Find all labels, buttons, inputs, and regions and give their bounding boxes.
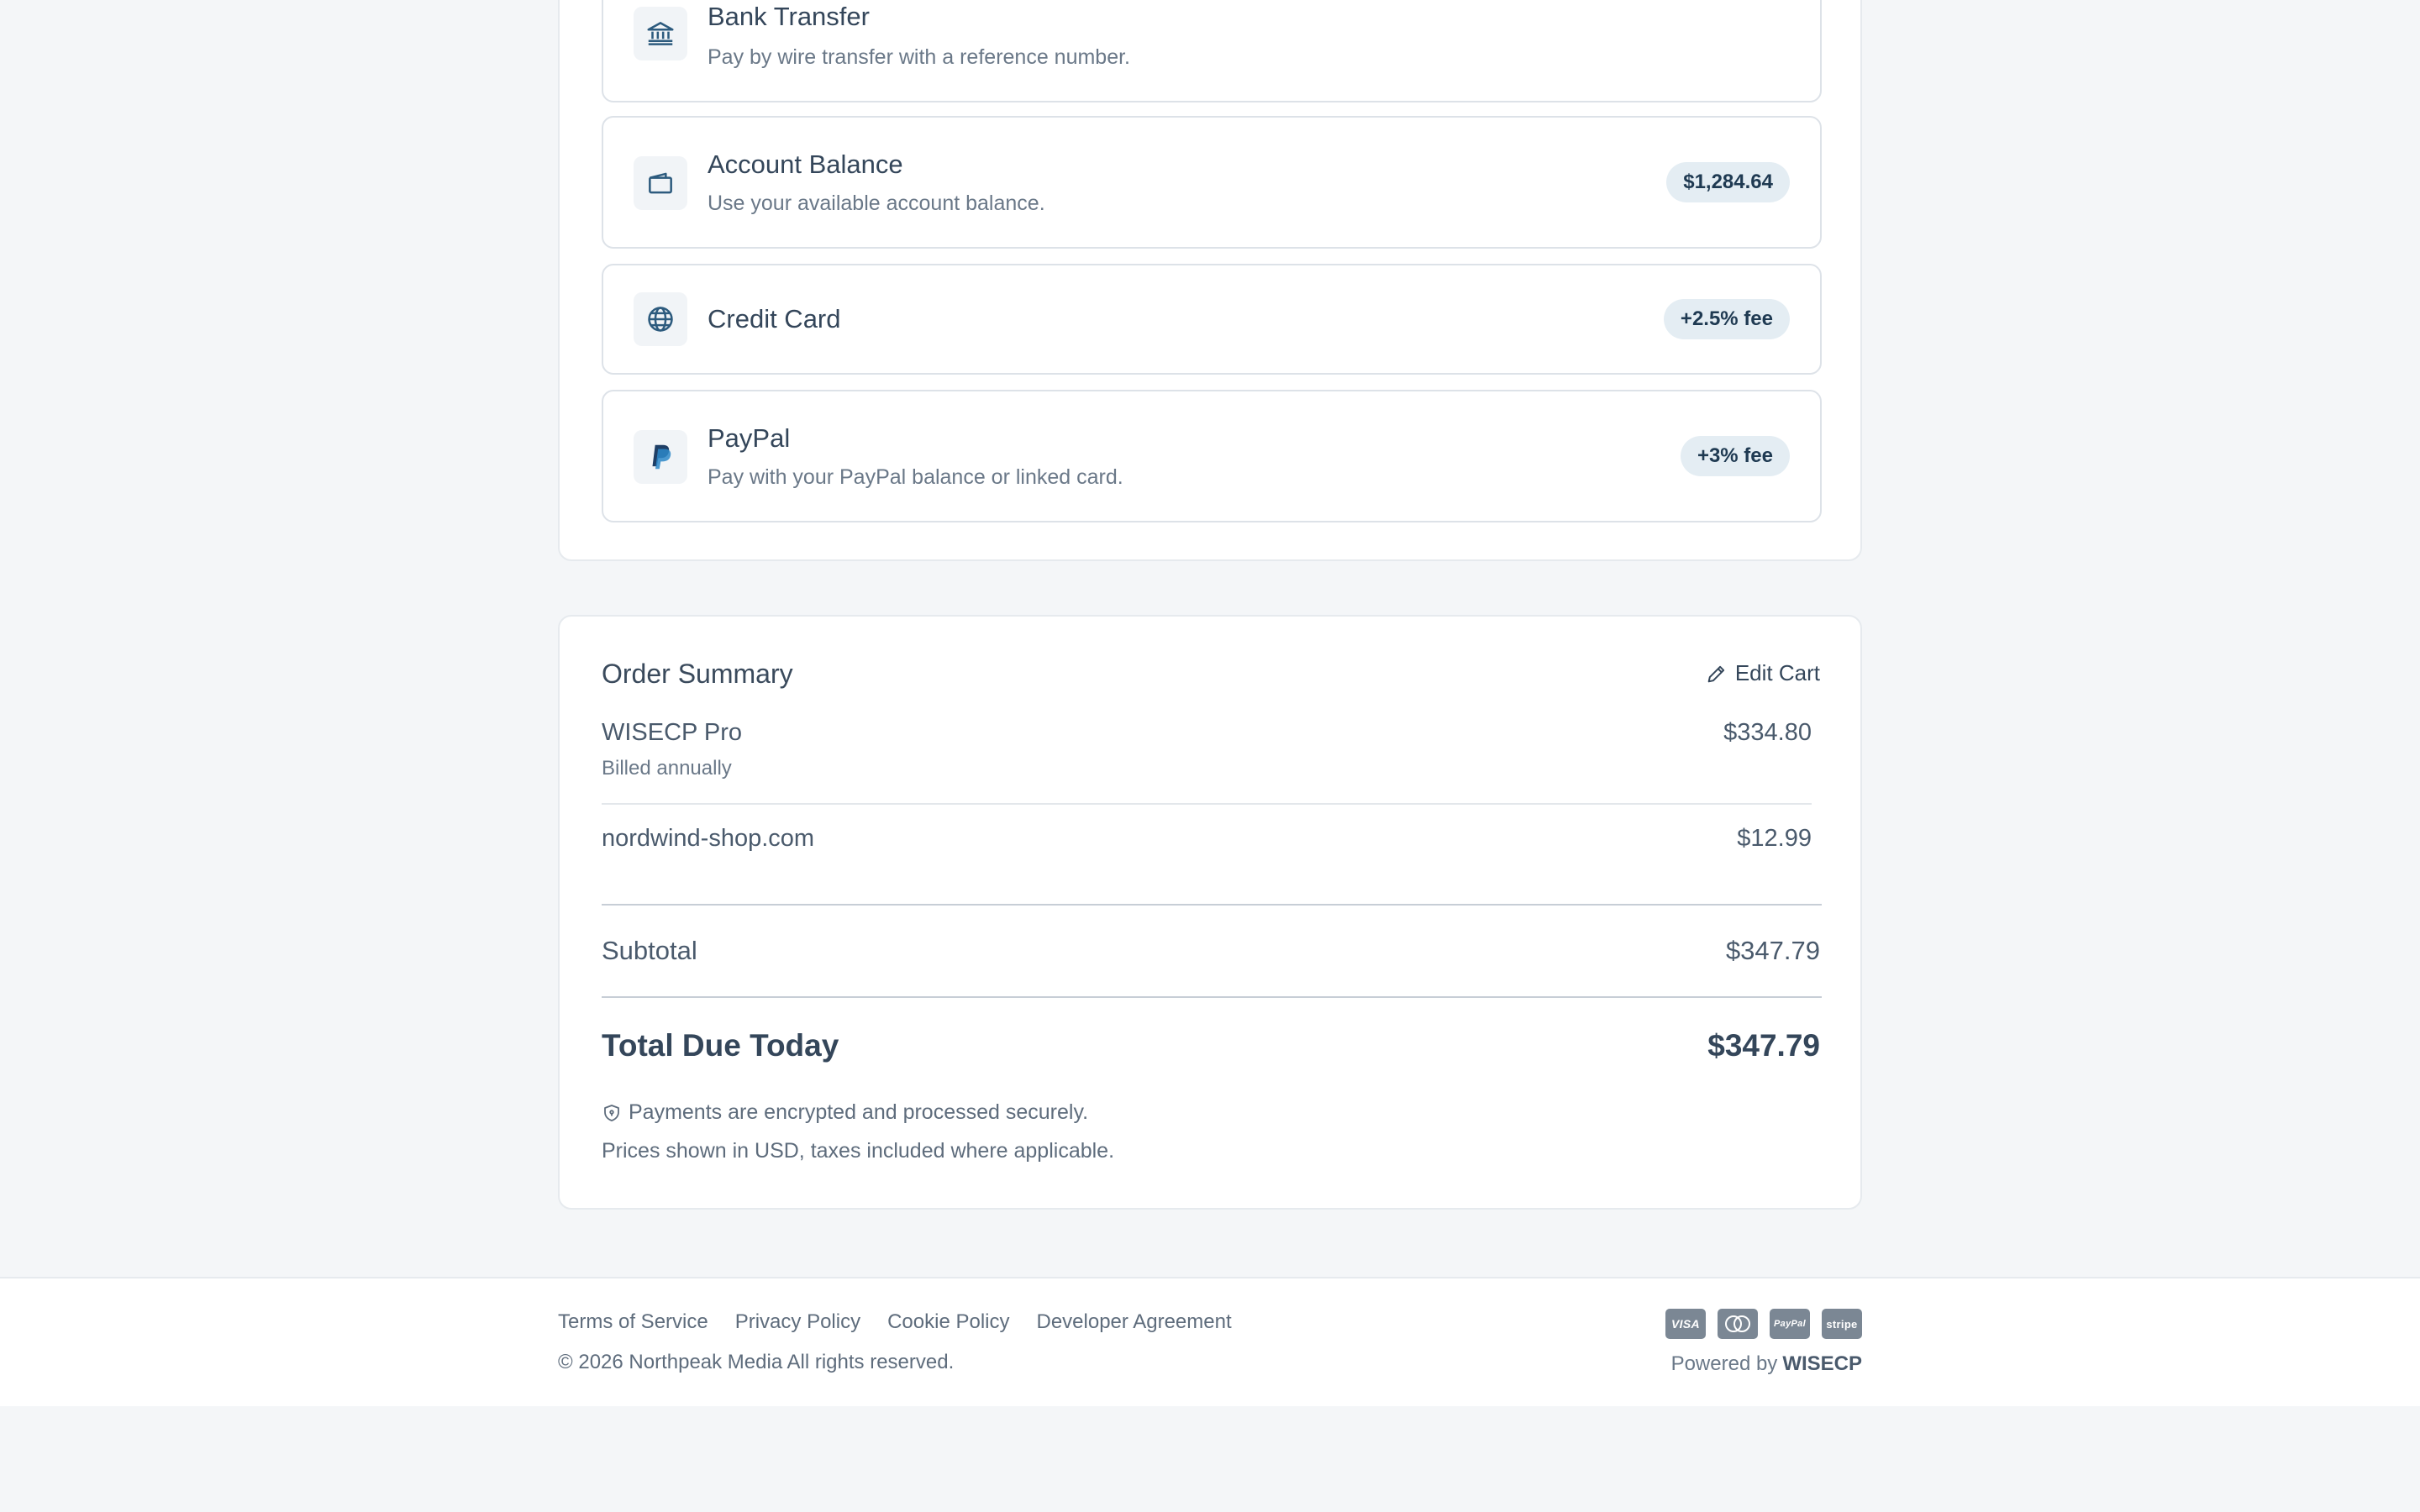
payment-option-credit-card[interactable]: Credit Card +2.5% fee — [602, 264, 1822, 375]
total-value: $347.79 — [1707, 1028, 1820, 1063]
line-item-billing: Billed annually — [602, 757, 732, 780]
order-summary-card: Order Summary Edit Cart WISECP Pro Bille… — [558, 615, 1862, 1210]
shield-icon — [604, 1104, 619, 1121]
powered-by-brand[interactable]: WISECP — [1782, 1352, 1862, 1375]
payment-option-bank-transfer[interactable]: Bank Transfer Pay by wire transfer with … — [602, 0, 1822, 102]
prices-note: Prices shown in USD, taxes included wher… — [602, 1139, 1115, 1163]
line-item-price: $334.80 — [1723, 719, 1812, 746]
payment-option-description: Pay by wire transfer with a reference nu… — [708, 45, 1131, 69]
payment-option-description: Pay with your PayPal balance or linked c… — [708, 465, 1123, 489]
copyright: © 2026 Northpeak Media All rights reserv… — [558, 1351, 955, 1373]
total-label: Total Due Today — [602, 1028, 839, 1063]
secure-note-text: Payments are encrypted and processed sec… — [629, 1100, 1089, 1124]
payment-option-paypal[interactable]: PayPal Pay with your PayPal balance or l… — [602, 390, 1822, 522]
fee-badge: +2.5% fee — [1663, 299, 1790, 339]
powered-by: Powered by WISECP — [1671, 1352, 1862, 1376]
payment-logos: VISA PayPal stripe — [1665, 1309, 1862, 1339]
footer-links: Terms of Service Privacy Policy Cookie P… — [558, 1310, 1232, 1334]
payment-option-title: PayPal — [708, 423, 791, 453]
checkout-page: Bank Transfer Pay by wire transfer with … — [0, 0, 2420, 1512]
paypal-icon — [634, 430, 687, 484]
subtotal-label: Subtotal — [602, 936, 697, 965]
divider — [602, 996, 1822, 998]
secure-note: Payments are encrypted and processed sec… — [602, 1100, 1088, 1125]
wallet-icon — [634, 156, 687, 210]
payment-methods-card: Bank Transfer Pay by wire transfer with … — [558, 0, 1862, 561]
payment-option-description: Use your available account balance. — [708, 192, 1045, 215]
stripe-logo: stripe — [1822, 1309, 1862, 1339]
powered-by-label: Powered by — [1670, 1352, 1778, 1375]
order-summary-title: Order Summary — [602, 659, 793, 689]
pencil-icon — [1707, 665, 1725, 682]
footer-link-privacy[interactable]: Privacy Policy — [735, 1310, 860, 1334]
edit-cart-label: Edit Cart — [1734, 660, 1820, 685]
footer-link-cookie[interactable]: Cookie Policy — [887, 1310, 1009, 1334]
edit-cart-button[interactable]: Edit Cart — [1705, 660, 1820, 686]
line-item-name: nordwind-shop.com — [602, 825, 815, 852]
divider — [602, 904, 1822, 906]
line-item-name: WISECP Pro — [602, 719, 743, 746]
paypal-logo: PayPal — [1770, 1309, 1810, 1339]
payment-option-title: Bank Transfer — [708, 2, 870, 31]
mastercard-logo — [1718, 1309, 1758, 1339]
visa-logo: VISA — [1665, 1309, 1706, 1339]
footer-link-developer[interactable]: Developer Agreement — [1037, 1310, 1232, 1334]
payment-option-account-balance[interactable]: Account Balance Use your available accou… — [602, 116, 1822, 249]
payment-option-title: Credit Card — [708, 304, 841, 333]
subtotal-value: $347.79 — [1725, 936, 1820, 965]
line-item: WISECP Pro Billed annually $334.80 — [602, 719, 1812, 780]
footer: Terms of Service Privacy Policy Cookie P… — [0, 1277, 2420, 1406]
bank-icon — [634, 7, 687, 60]
line-item: nordwind-shop.com $12.99 — [602, 825, 1812, 853]
divider — [602, 803, 1812, 805]
balance-badge: $1,284.64 — [1666, 162, 1790, 202]
payment-option-title: Account Balance — [708, 150, 903, 179]
fee-badge: +3% fee — [1680, 436, 1790, 476]
line-item-price: $12.99 — [1737, 825, 1812, 852]
globe-icon — [634, 292, 687, 346]
footer-link-terms[interactable]: Terms of Service — [558, 1310, 708, 1334]
